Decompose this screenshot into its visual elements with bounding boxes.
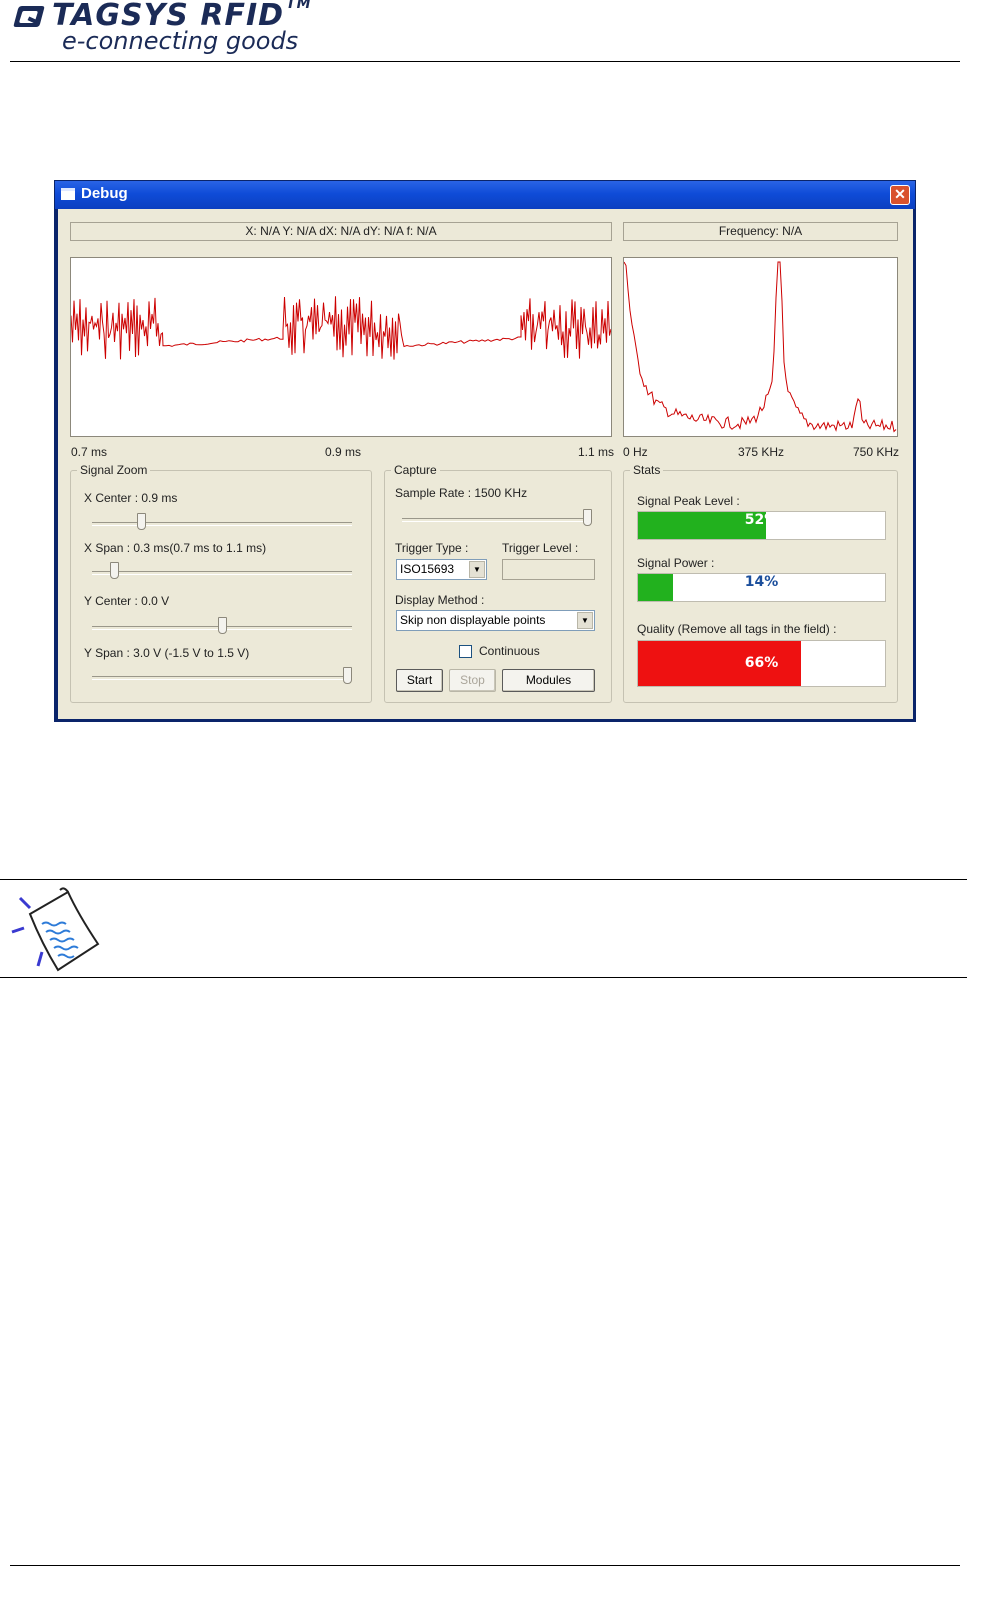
y-span-slider[interactable] <box>92 667 352 687</box>
y-center-label: Y Center : 0.0 V <box>84 594 170 608</box>
time-axis-left-label: 0.7 ms <box>71 445 108 459</box>
slider-thumb[interactable] <box>343 667 352 684</box>
header-divider <box>10 61 960 62</box>
slider-track <box>92 522 352 526</box>
tagsys-logo: TAGSYS RFID TM e-connecting goods <box>10 0 350 60</box>
freq-axis-mid-label: 375 KHz <box>738 445 785 459</box>
quality-bar: 66% <box>637 640 886 687</box>
frequency-spectrum-trace <box>624 261 897 433</box>
time-signal-trace <box>71 296 611 360</box>
window-client-area: X: N/A Y: N/A dX: N/A dY: N/A f: N/A Fre… <box>58 209 913 719</box>
slider-track <box>92 571 352 575</box>
trigger-type-value: ISO15693 <box>400 562 455 576</box>
brand-tagline: e-connecting goods <box>62 27 299 55</box>
frequency-trace-line <box>624 261 897 433</box>
start-button[interactable]: Start <box>396 669 443 692</box>
title-bar[interactable]: Debug ✕ <box>55 181 915 209</box>
chevron-down-icon[interactable]: ▼ <box>577 612 593 629</box>
quality-label: Quality (Remove all tags in the field) : <box>637 622 837 636</box>
modules-button[interactable]: Modules <box>502 669 595 692</box>
signal-power-label: Signal Power : <box>637 556 715 570</box>
chevron-down-icon[interactable]: ▼ <box>469 561 485 578</box>
signal-peak-percent: 52% <box>744 512 779 528</box>
slider-thumb[interactable] <box>137 513 146 530</box>
cursor-readout: X: N/A Y: N/A dX: N/A dY: N/A f: N/A <box>70 222 612 241</box>
tagsys-logo-icon <box>13 6 45 27</box>
note-bottom-divider <box>0 977 967 978</box>
frequency-spectrum-plot[interactable] <box>623 257 898 437</box>
slider-thumb[interactable] <box>110 562 119 579</box>
slider-thumb[interactable] <box>218 617 227 634</box>
x-span-slider[interactable] <box>92 562 352 582</box>
trigger-type-select[interactable]: ISO15693 ▼ <box>396 559 487 580</box>
capture-legend: Capture <box>394 463 437 477</box>
continuous-checkbox[interactable] <box>459 645 472 658</box>
sample-rate-slider[interactable] <box>402 509 592 529</box>
freq-axis-left-label: 0 Hz <box>623 445 648 459</box>
trigger-level-field[interactable] <box>502 559 595 580</box>
x-center-label: X Center : 0.9 ms <box>84 491 178 505</box>
continuous-label: Continuous <box>479 644 540 658</box>
signal-peak-label: Signal Peak Level : <box>637 494 740 508</box>
note-paper-icon <box>11 887 100 972</box>
signal-power-percent: 14% <box>744 574 779 590</box>
trigger-type-label: Trigger Type : <box>395 541 469 555</box>
slider-track <box>402 518 592 522</box>
trademark-symbol: TM <box>286 0 312 12</box>
freq-axis-right-label: 750 KHz <box>853 445 900 459</box>
quality-percent: 66% <box>744 655 779 671</box>
time-signal-plot[interactable] <box>70 257 612 437</box>
footer-divider <box>10 1565 960 1566</box>
slider-track <box>92 676 352 680</box>
debug-window: Debug ✕ X: N/A Y: N/A dX: N/A dY: N/A f:… <box>54 180 916 722</box>
signal-peak-bar: 52% <box>637 511 886 540</box>
slider-thumb[interactable] <box>583 509 592 526</box>
window-icon <box>61 188 75 200</box>
x-center-slider[interactable] <box>92 513 352 533</box>
display-method-label: Display Method : <box>395 593 485 607</box>
time-axis-right-label: 1.1 ms <box>578 445 615 459</box>
signal-zoom-legend: Signal Zoom <box>80 463 148 477</box>
signal-power-bar: 14% <box>637 573 886 602</box>
time-axis-mid-label: 0.9 ms <box>325 445 362 459</box>
stop-button[interactable]: Stop <box>449 669 496 692</box>
y-span-label: Y Span : 3.0 V (-1.5 V to 1.5 V) <box>84 646 250 660</box>
frequency-readout: Frequency: N/A <box>623 222 898 241</box>
note-top-divider <box>0 879 967 880</box>
y-center-slider[interactable] <box>92 617 352 637</box>
display-method-value: Skip non displayable points <box>400 613 546 627</box>
display-method-select[interactable]: Skip non displayable points ▼ <box>396 610 595 631</box>
x-span-label: X Span : 0.3 ms(0.7 ms to 1.1 ms) <box>84 541 267 555</box>
window-title: Debug <box>81 185 128 202</box>
stats-legend: Stats <box>633 463 661 477</box>
sample-rate-label: Sample Rate : 1500 KHz <box>395 486 528 500</box>
trigger-level-label: Trigger Level : <box>502 541 579 555</box>
time-trace-line <box>71 296 611 360</box>
close-button[interactable]: ✕ <box>890 185 910 205</box>
